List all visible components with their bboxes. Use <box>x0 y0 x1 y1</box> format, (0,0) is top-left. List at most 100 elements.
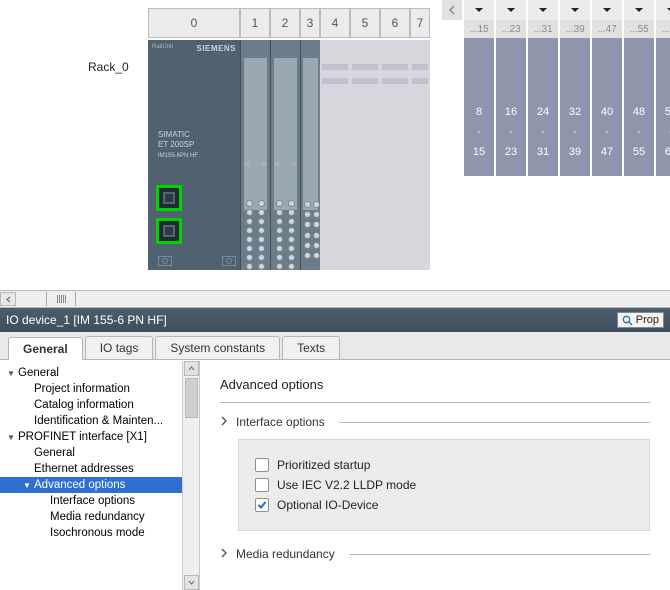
search-icon <box>622 315 633 326</box>
chevron-right-icon[interactable] <box>220 547 228 561</box>
exp-col-6[interactable]: ...6556-65 <box>656 0 670 176</box>
rack-slot-2[interactable] <box>270 40 300 270</box>
nav-item-label: Media redundancy <box>50 511 145 523</box>
split-handle[interactable] <box>46 292 76 306</box>
exp-start: 24 <box>537 106 549 118</box>
pn-port-1[interactable] <box>156 185 182 211</box>
exp-range-label: ...65 <box>656 20 670 38</box>
collapse-icon[interactable]: ▼ <box>22 481 32 490</box>
properties-button[interactable]: Prop <box>617 312 664 328</box>
brand-label: SIEMENS <box>196 44 236 53</box>
rack-slot-6[interactable] <box>380 40 410 270</box>
pn-port-2[interactable] <box>156 218 182 244</box>
slot-header-7[interactable]: 7 <box>410 8 430 38</box>
rack-slot-3[interactable] <box>300 40 320 270</box>
rack-feet <box>158 256 236 266</box>
tab-general[interactable]: General <box>8 337 83 360</box>
nav-item-interface-options[interactable]: Interface options <box>0 493 199 509</box>
collapse-icon[interactable]: ▼ <box>6 369 16 378</box>
rack-slot-1[interactable] <box>240 40 270 270</box>
checkbox-label: Prioritized startup <box>277 458 370 472</box>
dropdown-arrow-icon[interactable] <box>560 0 590 20</box>
slot-header-2[interactable]: 2 <box>270 8 300 38</box>
checkbox-prioritized-startup[interactable] <box>255 458 269 472</box>
rack-slot-0[interactable]: RailUnit SIEMENS SIMATIC ET 200SP IM155-… <box>148 40 240 270</box>
checkbox-label: Optional IO-Device <box>277 498 378 512</box>
exp-col-5[interactable]: ...5548-55 <box>624 0 654 176</box>
exp-end: 39 <box>569 146 581 158</box>
collapse-icon[interactable]: ▼ <box>6 433 16 442</box>
nav-item-advanced-options[interactable]: ▼Advanced options <box>0 477 199 493</box>
tab-io-tags[interactable]: IO tags <box>85 336 154 359</box>
exp-end: 47 <box>601 146 613 158</box>
nav-item-isochronous-mode[interactable]: Isochronous mode <box>0 525 199 541</box>
nav-scrollbar[interactable] <box>182 361 199 590</box>
dropdown-arrow-icon[interactable] <box>528 0 558 20</box>
slot-header-6[interactable]: 6 <box>380 8 410 38</box>
exp-end: 23 <box>505 146 517 158</box>
exp-col-0[interactable]: ...158-15 <box>464 0 494 176</box>
dash: - <box>509 126 513 138</box>
nav-item-profinet-interface-x1[interactable]: ▼PROFINET interface [X1] <box>0 429 199 445</box>
chevron-right-icon[interactable] <box>220 415 228 429</box>
checkbox-use-iec-v2-2-lldp-mode[interactable] <box>255 478 269 492</box>
scroll-down-button[interactable] <box>184 575 199 590</box>
exp-col-4[interactable]: ...4740-47 <box>592 0 622 176</box>
hardware-canvas[interactable]: Rack_0 01234567 RailUnit SIEMENS SIMATIC… <box>0 0 670 290</box>
dropdown-arrow-icon[interactable] <box>624 0 654 20</box>
nav-item-label: Ethernet addresses <box>34 463 134 475</box>
exp-col-1[interactable]: ...2316-23 <box>496 0 526 176</box>
scroll-up-button[interactable] <box>184 361 199 376</box>
slot-header-4[interactable]: 4 <box>320 8 350 38</box>
scroll-left-icon[interactable] <box>442 0 462 20</box>
exp-range-label: ...31 <box>528 20 558 38</box>
scroll-left-button[interactable] <box>0 292 16 306</box>
exp-col-3[interactable]: ...3932-39 <box>560 0 590 176</box>
rack-label: Rack_0 <box>88 60 129 74</box>
slot-header-1[interactable]: 1 <box>240 8 270 38</box>
nav-item-general[interactable]: General <box>0 445 199 461</box>
tab-texts[interactable]: Texts <box>282 336 340 359</box>
exp-range-label: ...15 <box>464 20 494 38</box>
nav-item-catalog-information[interactable]: Catalog information <box>0 397 199 413</box>
nav-item-label: Identification & Mainten... <box>34 415 163 427</box>
exp-range-label: ...39 <box>560 20 590 38</box>
nav-item-media-redundancy[interactable]: Media redundancy <box>0 509 199 525</box>
dropdown-arrow-icon[interactable] <box>656 0 670 20</box>
expansion-columns: ...158-15...2316-23...3124-31...3932-39.… <box>442 0 670 176</box>
dropdown-arrow-icon[interactable] <box>592 0 622 20</box>
nav-item-identification-mainten[interactable]: Identification & Mainten... <box>0 413 199 429</box>
exp-col-2[interactable]: ...31 24 - 31 <box>528 0 558 176</box>
slot-header-5[interactable]: 5 <box>350 8 380 38</box>
dropdown-arrow-icon[interactable] <box>464 0 494 20</box>
nav-item-label: Advanced options <box>34 479 125 491</box>
dash: - <box>477 126 481 138</box>
slot-header-3[interactable]: 3 <box>300 8 320 38</box>
property-content: Advanced options Interface options Prior… <box>200 361 670 590</box>
checkbox-optional-io-device[interactable] <box>255 498 269 512</box>
slot-headers: 01234567 <box>148 8 430 40</box>
dash: - <box>541 126 545 138</box>
nav-item-general[interactable]: ▼General <box>0 365 199 381</box>
inspector-tabs: GeneralIO tagsSystem constantsTexts <box>0 332 670 360</box>
nav-item-project-information[interactable]: Project information <box>0 381 199 397</box>
rack-slot-5[interactable] <box>350 40 380 270</box>
property-nav[interactable]: ▼GeneralProject informationCatalog infor… <box>0 361 200 590</box>
nav-item-label: PROFINET interface [X1] <box>18 431 147 443</box>
exp-end: 65 <box>665 146 670 158</box>
pane-splitter[interactable] <box>0 290 670 308</box>
option-row: Optional IO-Device <box>255 498 633 512</box>
nav-item-label: Project information <box>34 383 130 395</box>
subsection-interface-options[interactable]: Interface options <box>220 415 650 429</box>
nav-item-label: General <box>34 447 75 459</box>
rack-slot-4[interactable] <box>320 40 350 270</box>
scroll-thumb[interactable] <box>185 378 198 418</box>
nav-item-ethernet-addresses[interactable]: Ethernet addresses <box>0 461 199 477</box>
subsection-media-redundancy[interactable]: Media redundancy <box>220 547 650 561</box>
tab-system-constants[interactable]: System constants <box>155 336 280 359</box>
exp-end: 31 <box>537 146 549 158</box>
rack-slot-7[interactable] <box>410 40 430 270</box>
rack-body[interactable]: RailUnit SIEMENS SIMATIC ET 200SP IM155-… <box>148 40 430 270</box>
slot-header-0[interactable]: 0 <box>148 8 240 38</box>
dropdown-arrow-icon[interactable] <box>496 0 526 20</box>
